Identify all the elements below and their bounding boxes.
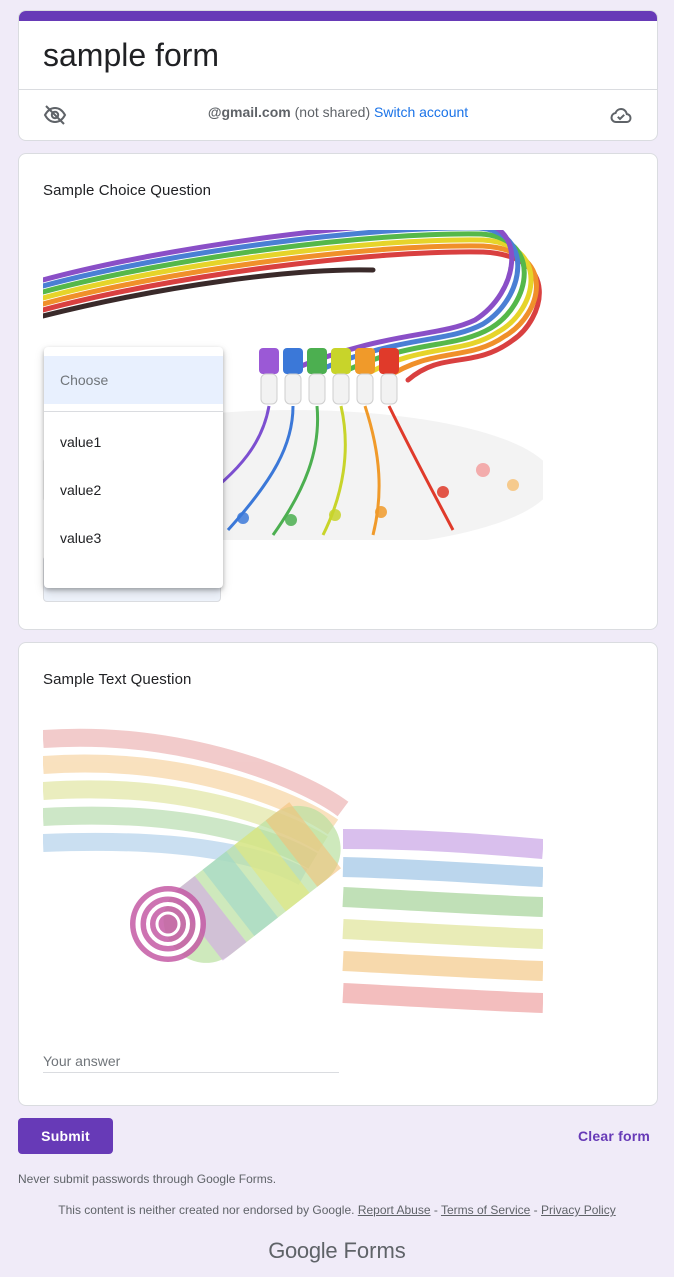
form-header-card: sample form @gmail.com (not shared) Swit… xyxy=(18,10,658,141)
terms-of-service-link[interactable]: Terms of Service xyxy=(441,1203,530,1217)
report-abuse-link[interactable]: Report Abuse xyxy=(358,1203,431,1217)
answer-input[interactable] xyxy=(43,1049,339,1073)
question-title: Sample Choice Question xyxy=(43,182,212,199)
account-email: @gmail.com xyxy=(207,104,291,120)
account-row: @gmail.com (not shared) Switch account xyxy=(19,90,657,140)
form-title: sample form xyxy=(43,37,220,73)
legal-footer: This content is neither created nor endo… xyxy=(0,1203,674,1217)
text-question-card: Sample Text Question xyxy=(18,642,658,1106)
dropdown-option-value3[interactable]: value3 xyxy=(44,514,223,562)
dropdown-placeholder-option[interactable]: Choose xyxy=(44,356,223,404)
question-image-rolled-ribbons xyxy=(43,719,543,1029)
google-forms-logo[interactable]: Google Forms xyxy=(0,1238,674,1264)
account-note: (not shared) xyxy=(290,104,374,120)
header-accent-stripe xyxy=(19,11,657,21)
choice-question-card: Sample Choice Question Choose value1 val… xyxy=(18,153,658,630)
question-title: Sample Text Question xyxy=(43,671,192,688)
clear-form-button[interactable]: Clear form xyxy=(570,1118,658,1154)
privacy-policy-link[interactable]: Privacy Policy xyxy=(541,1203,616,1217)
cloud-check-icon xyxy=(609,103,633,127)
account-info: @gmail.com (not shared) Switch account xyxy=(19,104,657,120)
dropdown-option-value1[interactable]: value1 xyxy=(44,418,223,466)
dropdown-menu: Choose value1 value2 value3 xyxy=(44,347,223,588)
disclaimer-text: This content is neither created nor endo… xyxy=(58,1203,355,1217)
legal-separator: - xyxy=(530,1203,542,1217)
dropdown-divider xyxy=(44,411,223,412)
dropdown-option-value2[interactable]: value2 xyxy=(44,466,223,514)
legal-separator: - xyxy=(430,1203,441,1217)
password-warning: Never submit passwords through Google Fo… xyxy=(18,1172,277,1186)
brand-forms: Forms xyxy=(343,1238,406,1263)
submit-button[interactable]: Submit xyxy=(18,1118,113,1154)
switch-account-link[interactable]: Switch account xyxy=(374,104,468,120)
brand-google: Google xyxy=(268,1238,338,1263)
